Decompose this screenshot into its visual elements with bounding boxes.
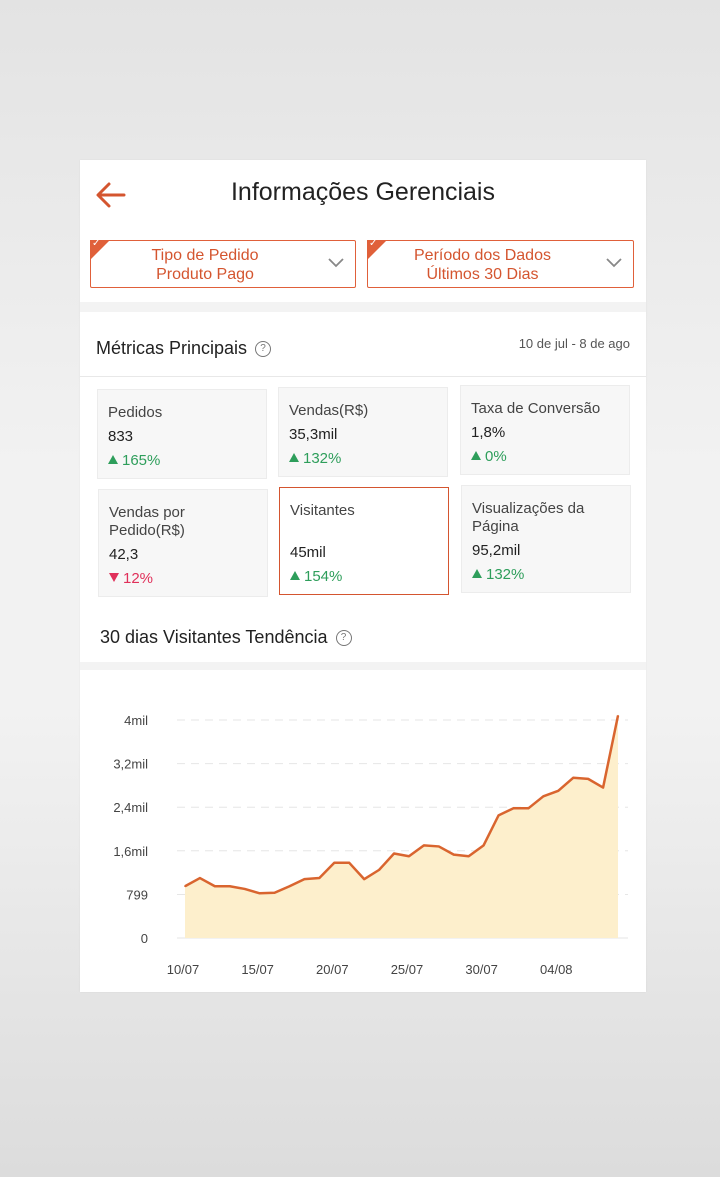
metrics-title-text: Métricas Principais — [96, 338, 248, 358]
metric-change: 132% — [472, 566, 524, 583]
data-point — [587, 778, 589, 780]
data-point — [214, 885, 216, 888]
data-point — [243, 888, 246, 890]
x-tick-label: 20/07 — [316, 962, 349, 977]
metric-label: Visitantes — [290, 502, 355, 519]
metric-tile-visitantes[interactable]: Visitantes 45mil 154% — [279, 487, 449, 595]
metric-change: 154% — [290, 568, 342, 585]
data-point — [303, 878, 306, 880]
chevron-down-icon — [328, 258, 344, 268]
metric-label: Taxa de Conversão — [471, 400, 601, 417]
metric-change: 165% — [108, 452, 160, 469]
y-tick-label: 0 — [141, 931, 148, 946]
help-icon[interactable]: ? — [335, 630, 352, 647]
data-point — [258, 892, 261, 895]
help-icon[interactable]: ? — [255, 341, 272, 358]
data-point — [572, 776, 575, 779]
data-point — [408, 855, 410, 858]
metric-label: Vendas por Pedido(R$) — [109, 504, 185, 539]
data-point — [512, 807, 515, 810]
page-title: Informações Gerenciais — [230, 178, 495, 206]
x-tick-label: 04/08 — [540, 962, 573, 977]
metric-value: 1,8% — [471, 424, 506, 441]
data-point — [438, 845, 440, 848]
data-point — [497, 814, 500, 817]
divider — [80, 376, 646, 377]
metric-tile-visualizacoes[interactable]: Visualizações da Página 95,2mil 132% — [461, 485, 631, 593]
main-card: Informações Gerenciais ✓ Tipo de Pedido … — [80, 160, 646, 992]
data-point — [542, 795, 545, 798]
data-point — [527, 807, 530, 810]
trend-title-text: 30 dias Visitantes Tendência — [100, 627, 328, 647]
filter-label: Período dos Dados — [414, 247, 551, 264]
y-tick-label: 2,4mil — [113, 800, 148, 815]
data-point — [199, 877, 201, 879]
metric-tile-conversao[interactable]: Taxa de Conversão 1,8% 0% — [460, 385, 630, 475]
filter-label: Tipo de Pedido — [151, 247, 259, 264]
metric-value: 35,3mil — [289, 426, 338, 443]
y-tick-label: 4mil — [124, 713, 148, 728]
data-point — [288, 885, 291, 888]
data-point — [318, 877, 321, 879]
data-point — [378, 869, 380, 871]
data-point — [363, 878, 365, 880]
data-point — [348, 861, 351, 864]
data-point — [393, 852, 395, 855]
x-tick-label: 10/07 — [167, 962, 200, 977]
metrics-section-title: Métricas Principais? — [96, 338, 272, 359]
chevron-down-icon — [606, 258, 622, 268]
up-arrow-icon — [108, 455, 118, 464]
y-tick-label: 3,2mil — [113, 757, 148, 772]
data-point — [482, 844, 485, 847]
metric-value: 42,3 — [109, 546, 139, 563]
up-arrow-icon — [289, 453, 299, 462]
data-point — [467, 855, 470, 858]
filter-bar: ✓ Tipo de Pedido Produto Pago ✓ Período … — [80, 232, 646, 302]
filter-value: Últimos 30 Dias — [426, 266, 539, 283]
visitors-trend-chart: 0 799 1,6mil 2,4mil 3,2mil 4mil 10/07 15/07 20/0… — [80, 670, 646, 992]
data-point — [557, 790, 560, 792]
metric-value: 833 — [108, 428, 134, 445]
data-point — [273, 891, 276, 894]
metric-label: Vendas(R$) — [289, 402, 369, 419]
trend-section-title: 30 dias Visitantes Tendência? — [100, 627, 352, 648]
order-type-filter[interactable]: ✓ Tipo de Pedido Produto Pago — [90, 238, 356, 288]
y-tick-label: 1,6mil — [113, 844, 148, 859]
data-point — [452, 853, 455, 856]
metric-tile-pedidos[interactable]: Pedidos 833 165% — [97, 389, 267, 479]
metric-label: Pedidos — [108, 404, 163, 421]
section-divider — [80, 662, 646, 670]
data-point — [333, 861, 336, 864]
data-period-filter[interactable]: ✓ Período dos Dados Últimos 30 Dias — [367, 238, 634, 288]
x-tick-label: 15/07 — [241, 962, 274, 977]
filter-value: Produto Pago — [156, 266, 254, 283]
section-divider — [80, 302, 646, 312]
data-point — [617, 714, 619, 717]
area-fill — [185, 715, 618, 938]
trend-chart-svg: 0 799 1,6mil 2,4mil 3,2mil 4mil 10/07 15/07 20/0… — [113, 713, 628, 977]
data-point — [228, 885, 231, 888]
x-tick-label: 30/07 — [465, 962, 498, 977]
date-range: 10 de jul - 8 de ago — [518, 336, 630, 351]
metric-change: 132% — [289, 450, 341, 467]
metric-value: 95,2mil — [472, 542, 521, 559]
metric-label: Visualizações da Página — [472, 500, 585, 535]
up-arrow-icon — [472, 569, 482, 578]
metric-value: 45mil — [290, 544, 326, 561]
app-header: Informações Gerenciais — [80, 160, 646, 230]
data-point — [423, 844, 425, 847]
data-point — [184, 885, 186, 888]
up-arrow-icon — [290, 571, 300, 580]
metric-change: 0% — [471, 448, 507, 465]
metric-tile-vendas-por-pedido[interactable]: Vendas por Pedido(R$) 42,3 12% — [98, 489, 268, 597]
metric-change: 12% — [109, 570, 153, 587]
up-arrow-icon — [471, 451, 481, 460]
data-point — [602, 786, 604, 789]
metric-tile-vendas[interactable]: Vendas(R$) 35,3mil 132% — [278, 387, 448, 477]
x-tick-label: 25/07 — [391, 962, 424, 977]
y-tick-label: 799 — [126, 887, 148, 902]
down-arrow-icon — [109, 573, 119, 582]
